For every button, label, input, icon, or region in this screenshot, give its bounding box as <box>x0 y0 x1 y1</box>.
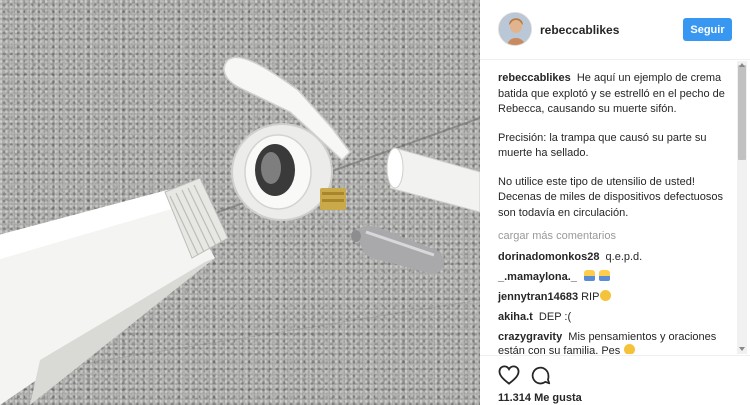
comment-icon[interactable] <box>530 365 551 386</box>
person-emoji-icon <box>583 270 595 281</box>
caption-username[interactable]: rebeccablikes <box>498 72 571 84</box>
comment-username[interactable]: akiha.t <box>498 311 533 323</box>
comment: crazygravity Mis pensamientos y oracione… <box>498 330 734 354</box>
post-sidebar: rebeccablikes Seguir rebeccablikes He aq… <box>480 0 750 405</box>
follow-button[interactable]: Seguir <box>683 18 732 41</box>
sad-face-emoji-icon <box>624 344 636 354</box>
avatar[interactable] <box>498 12 532 46</box>
scroll-up-arrow-icon[interactable] <box>739 63 745 67</box>
comment: akiha.t DEP :( <box>498 310 734 324</box>
caption-paragraph: No utilice este tipo de utensilio de ust… <box>498 175 724 219</box>
like-count[interactable]: 11.314 Me gusta <box>498 392 582 404</box>
post-caption: rebeccablikes He aquí un ejemplo de crem… <box>498 71 734 221</box>
gas-cartridge <box>351 226 444 274</box>
comment-username[interactable]: crazygravity <box>498 331 562 343</box>
scroll-down-arrow-icon[interactable] <box>739 347 745 351</box>
sad-face-emoji-icon <box>600 290 612 301</box>
post-header: rebeccablikes Seguir <box>480 0 750 60</box>
comment-text: RIP <box>581 291 600 303</box>
header-username[interactable]: rebeccablikes <box>540 23 619 37</box>
siphon-head <box>223 56 351 221</box>
comment: jennytran14683 RIP <box>498 290 734 304</box>
scrollbar-thumb[interactable] <box>738 65 746 160</box>
comment-text: q.e.p.d. <box>605 251 643 263</box>
caption-paragraph: Precisión: la trampa que causó su parte … <box>498 131 707 160</box>
comment-username[interactable]: jennytran14683 <box>498 291 578 303</box>
heart-icon[interactable] <box>498 365 520 385</box>
person-emoji-icon <box>599 270 610 281</box>
comment: _.mamaylona._ <box>498 270 734 284</box>
load-more-comments[interactable]: cargar más comentarios <box>498 230 734 242</box>
comment-username[interactable]: dorinadomonkos28 <box>498 251 599 263</box>
post-actions: 11.314 Me gusta <box>480 355 750 405</box>
post-photo <box>0 0 480 405</box>
comment-username[interactable]: _.mamaylona._ <box>498 271 577 283</box>
comments-section: rebeccablikes He aquí un ejemplo de crem… <box>480 61 740 354</box>
comment: dorinadomonkos28 q.e.p.d. <box>498 250 734 264</box>
comments-scrollbar[interactable] <box>737 61 747 354</box>
comment-text: DEP :( <box>538 311 572 323</box>
siphon-body <box>0 177 229 405</box>
photo-illustration <box>0 56 480 405</box>
